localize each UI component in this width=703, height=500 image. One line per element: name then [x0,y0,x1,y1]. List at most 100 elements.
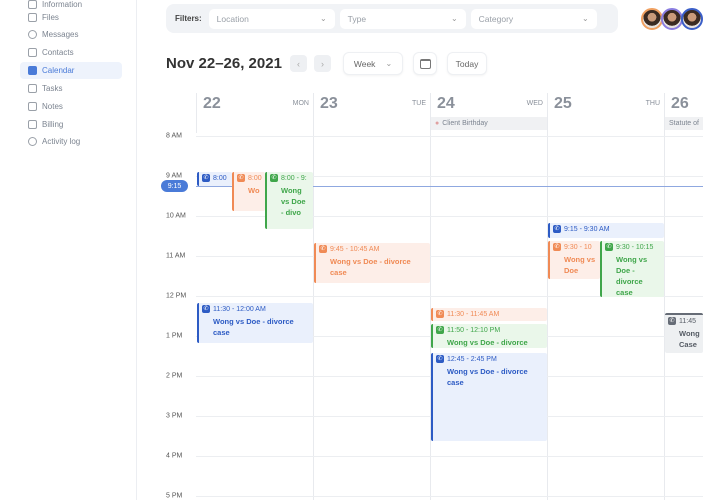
hour-label: 3 PM [166,412,183,420]
event-time: 11:50 - 12:10 PM [447,326,501,334]
calendar-event[interactable]: ✆ 11:45 Wong Case [665,313,703,353]
allday-event[interactable]: ● Client Birthday [431,117,547,130]
hour-line [196,496,703,497]
hour-label: 4 PM [166,452,183,460]
calendar-event[interactable]: ✆ 9:15 - 9:30 AM [548,223,664,238]
chevron-down-icon: ⌄ [385,59,393,68]
filters-label: Filters: [175,14,202,23]
page-title: Nov 22–26, 2021 [166,55,282,72]
avatar[interactable] [661,8,683,30]
today-button[interactable]: Today [447,52,487,75]
sidebar-item-label: Information [42,0,83,9]
allday-event[interactable]: Statute of [665,117,703,130]
event-time-row: ✆ 9:30 - 10 [553,243,597,251]
category-select[interactable]: Category ⌄ [470,8,597,29]
event-time: 11:30 - 11:45 AM [447,310,500,318]
next-week-button[interactable]: › [314,55,331,72]
avatar[interactable] [681,8,703,30]
day-name: TUE [412,100,426,107]
hour-label: 10 AM [166,212,186,220]
sidebar-item-billing[interactable]: Billing [20,116,122,133]
category-placeholder: Category [478,13,514,24]
day-header-mon: 22 MON [196,93,313,133]
event-time: 8:00 - 9: [281,174,307,182]
sidebar-item-label: Files [42,13,59,22]
event-title: Wong vs Doe - divo [281,186,306,217]
event-time-row: ✆ 9:45 - 10:45 AM [319,245,427,253]
sidebar-item-messages[interactable]: Messages [20,26,122,43]
sidebar-item-notes[interactable]: Notes [20,98,122,115]
day-number: 26 [671,95,689,112]
info-icon [28,0,37,9]
current-time-badge: 9:15 [161,180,188,192]
sidebar-item-label: Contacts [42,48,74,57]
calendar-event[interactable]: ✆ 11:30 - 11:45 AM [431,308,547,321]
phone-icon: ✆ [436,310,444,318]
sidebar-item-label: Activity log [42,137,81,146]
history-icon [28,137,37,146]
calendar-event[interactable]: ✆ 8:00 Wo [232,172,265,211]
sidebar-item-files[interactable]: Files [20,9,122,26]
view-select[interactable]: Week ⌄ [343,52,403,75]
phone-icon: ✆ [202,174,210,182]
sidebar-item-tasks[interactable]: Tasks [20,80,122,97]
calendar-event[interactable]: ✆ 12:45 - 2:45 PM Wong vs Doe - divorce ca… [431,353,547,441]
calendar-event[interactable]: ✆ 9:30 - 10 Wong vs Doe [548,241,600,279]
calendar-event[interactable]: ✆ 11:30 - 12:00 AM Wong vs Doe - divorce c… [197,303,313,343]
event-title: Wong Case [679,329,700,349]
event-time: 11:30 - 12:00 AM [213,305,266,313]
sidebar-item-calendar[interactable]: Calendar [20,62,122,79]
filters-bar: Filters: Location ⌄ Type ⌄ Category ⌄ [166,4,618,33]
hour-line [196,456,703,457]
calendar-event[interactable]: ✆ 9:30 - 10:15 Wong vs Doe - divorce case [600,241,664,297]
chevron-down-icon: ⌄ [319,14,327,23]
tasks-icon [28,84,37,93]
event-title: Wong vs Doe - divorce case [213,317,294,337]
hour-line [196,136,703,137]
event-time-row: ✆ 8:00 [202,174,229,182]
phone-icon: ✆ [553,225,561,233]
calendar-event[interactable]: ✆ 8:00 - 9: Wong vs Doe - divo [265,172,313,229]
event-time-row: ✆ 11:30 - 11:45 AM [436,310,544,318]
hour-label: 1 PM [166,332,183,340]
location-select[interactable]: Location ⌄ [208,8,335,29]
sidebar-item-label: Tasks [42,84,63,93]
event-title: Wong vs Doe - divorce case [616,255,648,297]
sidebar-item-label: Messages [42,30,79,39]
avatar[interactable] [641,8,663,30]
day-header-thu: 25 THU [547,93,664,133]
cake-icon: ● [435,120,440,127]
event-time-row: ✆ 12:45 - 2:45 PM [436,355,544,363]
phone-icon: ✆ [319,245,327,253]
calendar-event[interactable]: ✆ 8:00 [197,172,232,186]
contact-icon [28,48,37,57]
calendar-icon [419,58,431,69]
location-placeholder: Location [216,13,249,24]
calendar-event[interactable]: ✆ 11:50 - 12:10 PM Wong vs Doe - divorce [431,324,547,348]
event-title: Wong vs Doe - divorce case [447,367,528,387]
phone-icon: ✆ [237,174,245,182]
hour-label: 2 PM [166,372,183,380]
sidebar-item-activity-log[interactable]: Activity log [20,133,122,150]
event-time: 9:45 - 10:45 AM [330,245,380,253]
phone-icon: ✆ [436,355,444,363]
sidebar-item-label: Calendar [42,66,75,75]
chevron-down-icon: ⌄ [450,14,458,23]
event-title: Client Birthday [442,120,488,127]
day-name: WED [526,100,543,107]
chevron-down-icon: ⌄ [581,14,589,23]
event-title: Wong vs Doe - divorce case [330,257,411,277]
day-name: THU [645,100,660,107]
date-picker-button[interactable] [413,52,437,75]
sidebar-item-label: Notes [42,102,63,111]
event-time-row: ✆ 11:45 [668,317,700,325]
calendar-event[interactable]: ✆ 9:45 - 10:45 AM Wong vs Doe - divorce ca… [314,243,430,283]
sidebar: Information Files Messages Contacts Cale… [0,0,137,500]
type-select[interactable]: Type ⌄ [339,8,466,29]
sidebar-item-label: Billing [42,120,64,129]
prev-week-button[interactable]: ‹ [290,55,307,72]
event-time: 11:45 [679,317,696,325]
sidebar-item-information[interactable]: Information [20,0,122,9]
calendar-icon [28,66,37,75]
sidebar-item-contacts[interactable]: Contacts [20,44,122,61]
